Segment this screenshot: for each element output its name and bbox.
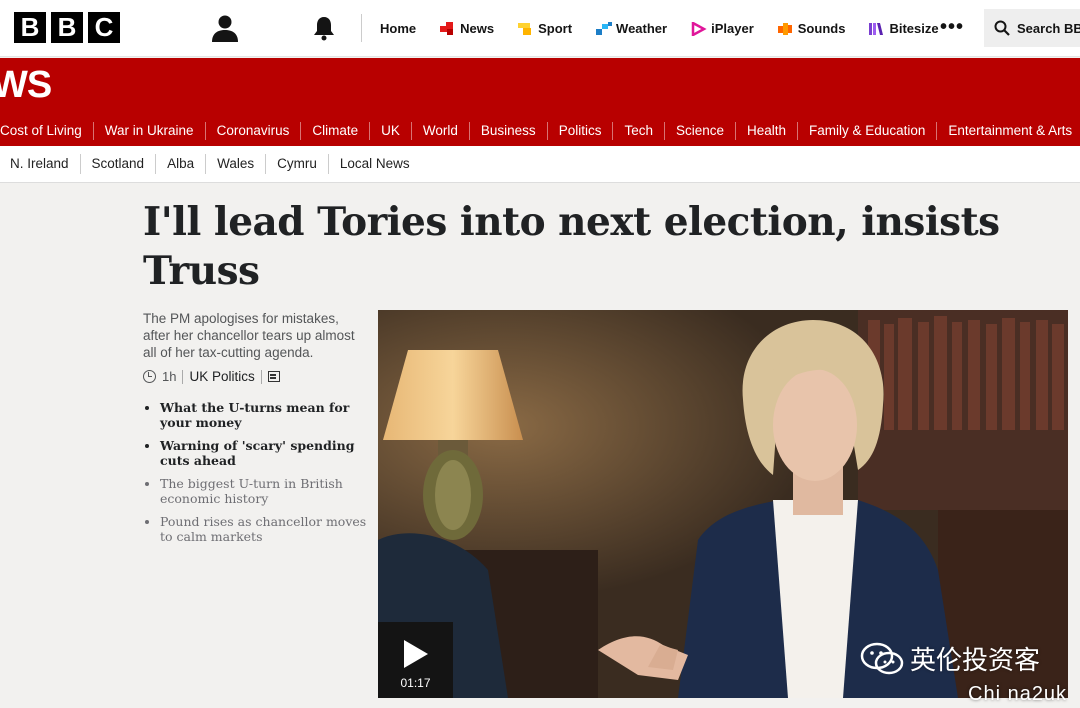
topic-link[interactable]: UK Politics — [189, 369, 254, 384]
nav-item-label: Home — [380, 21, 417, 36]
news-wordmark[interactable]: WS — [0, 64, 52, 107]
search-label: Search BBC — [1017, 20, 1080, 36]
nav-item-iplayer[interactable]: iPlayer — [691, 21, 754, 36]
bitesize-icon — [869, 22, 884, 35]
related-link[interactable]: Pound rises as chancellor moves to calm … — [143, 514, 368, 544]
account-icon[interactable] — [210, 13, 240, 43]
nav-item-news[interactable]: News — [440, 21, 494, 36]
clock-icon — [143, 370, 156, 383]
iplayer-icon — [691, 21, 707, 36]
section-nav-item[interactable]: Cost of Living — [0, 122, 94, 140]
comments-icon[interactable] — [267, 371, 280, 382]
nav-item-label: Sounds — [797, 21, 846, 36]
sport-icon — [518, 22, 532, 35]
section-nav: Cost of Living War in Ukraine Coronaviru… — [0, 122, 1080, 140]
bbc-logo-letter: B — [14, 12, 46, 43]
news-icon — [440, 21, 454, 35]
section-nav-item[interactable]: Entertainment & Arts — [937, 122, 1080, 140]
search-icon — [994, 20, 1010, 36]
watermark-subtext: Chi na2uk — [968, 683, 1068, 705]
related-links: What the U-turns mean for your money War… — [143, 400, 368, 552]
article-time: 1h — [162, 369, 177, 384]
sounds-icon — [777, 22, 792, 35]
subnav-item[interactable]: Local News — [329, 154, 421, 174]
section-nav-item[interactable]: Politics — [548, 122, 614, 140]
section-nav-item[interactable]: War in Ukraine — [94, 122, 206, 140]
section-nav-item[interactable]: Business — [470, 122, 548, 140]
subnav-item[interactable]: N. Ireland — [0, 154, 81, 174]
article-meta: 1h UK Politics — [143, 369, 280, 384]
section-nav-item[interactable]: Climate — [301, 122, 371, 140]
watermark: 英伦投资客 — [860, 640, 1040, 677]
nav-divider — [361, 14, 362, 42]
section-nav-item[interactable]: Health — [736, 122, 799, 140]
bbc-logo-letter: C — [88, 12, 120, 43]
global-nav: Home News Sport Weather iPlayer Sounds B… — [380, 0, 963, 57]
nav-item-weather[interactable]: Weather — [596, 21, 667, 36]
subnav-item[interactable]: Scotland — [81, 154, 157, 174]
news-band: WS Cost of Living War in Ukraine Coronav… — [0, 58, 1080, 146]
meta-divider — [182, 369, 184, 384]
subnav-item[interactable]: Cymru — [266, 154, 329, 174]
article-summary: The PM apologises for mistakes, after he… — [143, 311, 355, 360]
region-subnav: N. Ireland Scotland Alba Wales Cymru Loc… — [0, 146, 1080, 183]
section-nav-item[interactable]: Science — [665, 122, 737, 140]
meta-divider — [260, 369, 262, 384]
subnav-item[interactable]: Alba — [156, 154, 207, 174]
nav-item-label: News — [460, 21, 495, 36]
section-nav-item[interactable]: World — [412, 122, 470, 140]
nav-item-label: Sport — [538, 21, 573, 36]
weather-icon — [596, 21, 613, 35]
nav-item-label: Bitesize — [889, 21, 939, 36]
section-nav-item[interactable]: Tech — [613, 122, 665, 140]
play-icon — [404, 640, 428, 668]
nav-item-label: iPlayer — [711, 21, 754, 36]
section-nav-item[interactable]: Family & Education — [798, 122, 938, 140]
global-header: B B C Home News Sport Weather iPlayer So… — [0, 0, 1080, 57]
more-menu-icon[interactable]: ••• — [940, 17, 964, 37]
nav-item-bitesize[interactable]: Bitesize — [869, 21, 939, 36]
bbc-logo[interactable]: B B C — [14, 12, 120, 43]
related-link[interactable]: What the U-turns mean for your money — [143, 400, 368, 430]
wechat-icon — [860, 642, 904, 674]
section-nav-item[interactable]: Coronavirus — [206, 122, 302, 140]
notifications-bell-icon[interactable] — [311, 15, 337, 41]
article-headline[interactable]: I'll lead Tories into next election, ins… — [143, 198, 1003, 296]
play-button[interactable]: 01:17 — [378, 622, 453, 698]
nav-item-sounds[interactable]: Sounds — [777, 21, 846, 36]
video-duration: 01:17 — [400, 676, 431, 690]
subnav-item[interactable]: Wales — [206, 154, 267, 174]
bbc-logo-letter: B — [51, 12, 83, 43]
nav-item-label: Weather — [616, 21, 668, 36]
nav-item-sport[interactable]: Sport — [518, 21, 572, 36]
watermark-text: 英伦投资客 — [910, 645, 1041, 675]
related-link[interactable]: Warning of 'scary' spending cuts ahead — [143, 438, 368, 468]
nav-item-home[interactable]: Home — [380, 21, 416, 36]
related-link[interactable]: The biggest U-turn in British economic h… — [143, 476, 368, 506]
section-nav-item[interactable]: UK — [370, 122, 412, 140]
search-button[interactable]: Search BBC — [984, 9, 1080, 47]
